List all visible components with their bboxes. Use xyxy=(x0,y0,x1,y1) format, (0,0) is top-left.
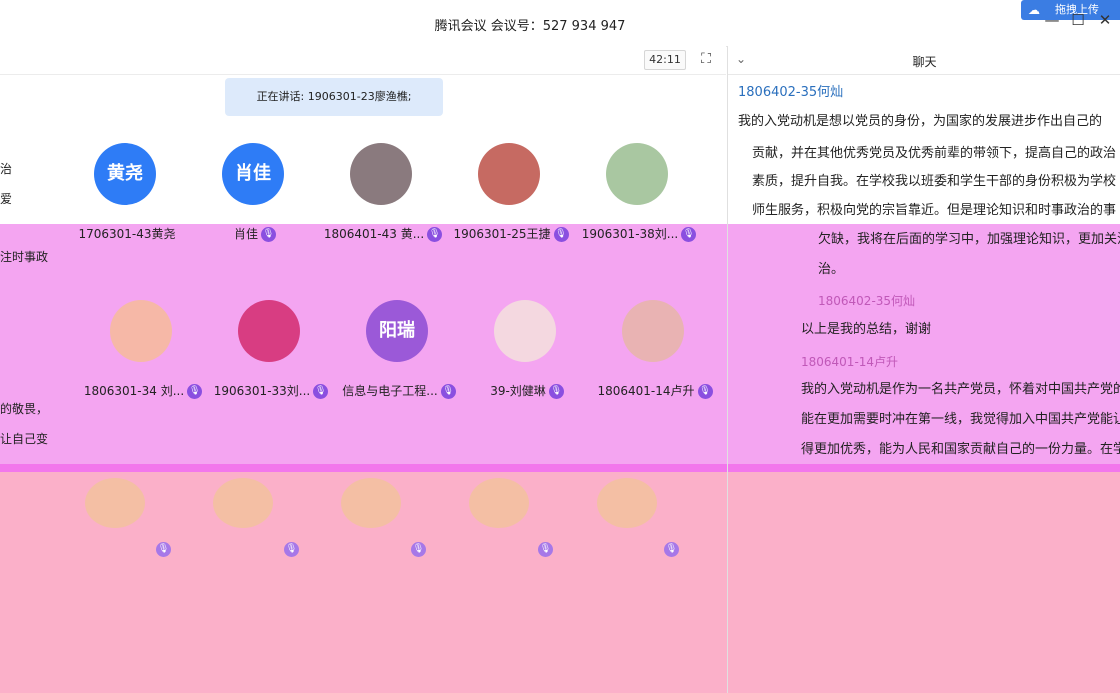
avatar xyxy=(469,478,529,528)
title-bar: 腾讯会议 会议号：527 934 947 ☁ 拖拽上传 — ☐ ✕ xyxy=(0,0,1120,47)
participant-name: 1706301-43黄尧 xyxy=(78,227,176,241)
fullscreen-icon[interactable]: ⛶ xyxy=(697,50,715,68)
avatar: 阳瑞 xyxy=(366,300,428,362)
avatar: 黄尧 xyxy=(94,143,156,205)
avatar xyxy=(350,143,412,205)
participant-name: 1806301-34 刘... 🎙 xyxy=(83,384,203,399)
minimize-button[interactable]: — xyxy=(1044,12,1060,28)
chat-line: 贡献，并在其他优秀党员及优秀前辈的带领下，提高自己的政治 xyxy=(752,146,1117,161)
mic-icon: 🎙 xyxy=(681,227,697,242)
mic-icon: 🎙 xyxy=(664,542,679,557)
participant-name: 肖佳 🎙 xyxy=(233,227,276,242)
mic-icon: 🎙 xyxy=(440,384,456,399)
avatar xyxy=(606,143,668,205)
mic-icon: 🎙 xyxy=(427,227,443,242)
participant-name: 1906301-33刘... 🎙 xyxy=(213,384,329,399)
left-fragment: 注时事政 xyxy=(0,250,49,264)
mic-icon: 🎙 xyxy=(261,227,276,242)
participant-name: 1906301-25王捷 🎙 xyxy=(453,227,569,242)
left-fragment: 的敬畏， xyxy=(0,402,49,416)
left-fragment: 让自己变 xyxy=(0,432,49,446)
chat-sender: 1806402-35何灿 xyxy=(738,85,844,100)
avatar xyxy=(110,300,172,362)
chat-title: 聊天 xyxy=(912,55,937,69)
avatar xyxy=(478,143,540,205)
avatar xyxy=(341,478,401,528)
participant-name: 39-刘健琳 🎙 xyxy=(490,384,564,399)
mic-icon: 🎙 xyxy=(187,384,203,399)
avatar xyxy=(213,478,273,528)
chat-panel: ⌄ 聊天 1806402-35何灿 我的入党动机是想以党员的身份，为国家的发展进… xyxy=(727,46,1120,693)
window-title: 腾讯会议 会议号：527 934 947 xyxy=(434,19,626,34)
chat-line: 师生服务，积极向党的宗旨靠近。但是理论知识和时事政治的事 xyxy=(752,203,1117,218)
meeting-timer: 42:11 xyxy=(644,50,686,70)
video-toolbar: 42:11 ⛶ xyxy=(0,46,726,75)
chat-line: 以上是我的总结，谢谢 xyxy=(801,322,932,337)
avatar xyxy=(622,300,684,362)
chat-sender: 1806401-14卢升 xyxy=(801,355,899,369)
mic-icon: 🎙 xyxy=(553,227,569,242)
chat-header: ⌄ 聊天 xyxy=(728,46,1120,75)
mic-icon: 🎙 xyxy=(538,542,553,557)
participant-name: 1806401-14卢升 🎙 xyxy=(597,384,713,399)
chat-line: 欠缺，我将在后面的学习中，加强理论知识，更加关注时事政 xyxy=(818,232,1120,247)
chat-line: 我的入党动机是作为一名共产党员，怀着对中国共产党的敬畏， xyxy=(801,382,1120,397)
speaking-indicator: 正在讲话: 1906301-23廖渔樵; xyxy=(225,78,443,116)
mic-icon: 🎙 xyxy=(156,542,171,557)
avatar xyxy=(85,478,145,528)
mic-icon: 🎙 xyxy=(548,384,564,399)
chat-line: 得更加优秀，能为人民和国家贡献自己的一份力量。在学 xyxy=(801,442,1120,457)
left-fragment: 爱 xyxy=(0,192,13,206)
chat-line: 能在更加需要时冲在第一线，我觉得加入中国共产党能让自己变 xyxy=(801,412,1120,427)
close-button[interactable]: ✕ xyxy=(1097,12,1113,28)
avatar xyxy=(494,300,556,362)
cloud-icon: ☁ xyxy=(1028,3,1040,17)
chat-line: 我的入党动机是想以党员的身份，为国家的发展进步作出自己的 xyxy=(738,114,1103,129)
participant-name: 信息与电子工程... 🎙 xyxy=(342,384,456,399)
maximize-button[interactable]: ☐ xyxy=(1070,12,1086,28)
chat-line: 素质，提升自我。在学校我以班委和学生干部的身份积极为学校 xyxy=(752,174,1117,189)
mic-icon: 🎙 xyxy=(697,384,713,399)
mic-icon: 🎙 xyxy=(313,384,329,399)
mic-icon: 🎙 xyxy=(411,542,426,557)
avatar: 肖佳 xyxy=(222,143,284,205)
avatar xyxy=(238,300,300,362)
left-fragment: 治 xyxy=(0,162,13,176)
chat-sender: 1806402-35何灿 xyxy=(818,294,916,308)
participant-name: 1906301-38刘... 🎙 xyxy=(581,227,697,242)
mic-icon: 🎙 xyxy=(284,542,299,557)
participant-name: 1806401-43 黄... 🎙 xyxy=(323,227,443,242)
avatar xyxy=(597,478,657,528)
chat-line: 治。 xyxy=(818,262,845,277)
